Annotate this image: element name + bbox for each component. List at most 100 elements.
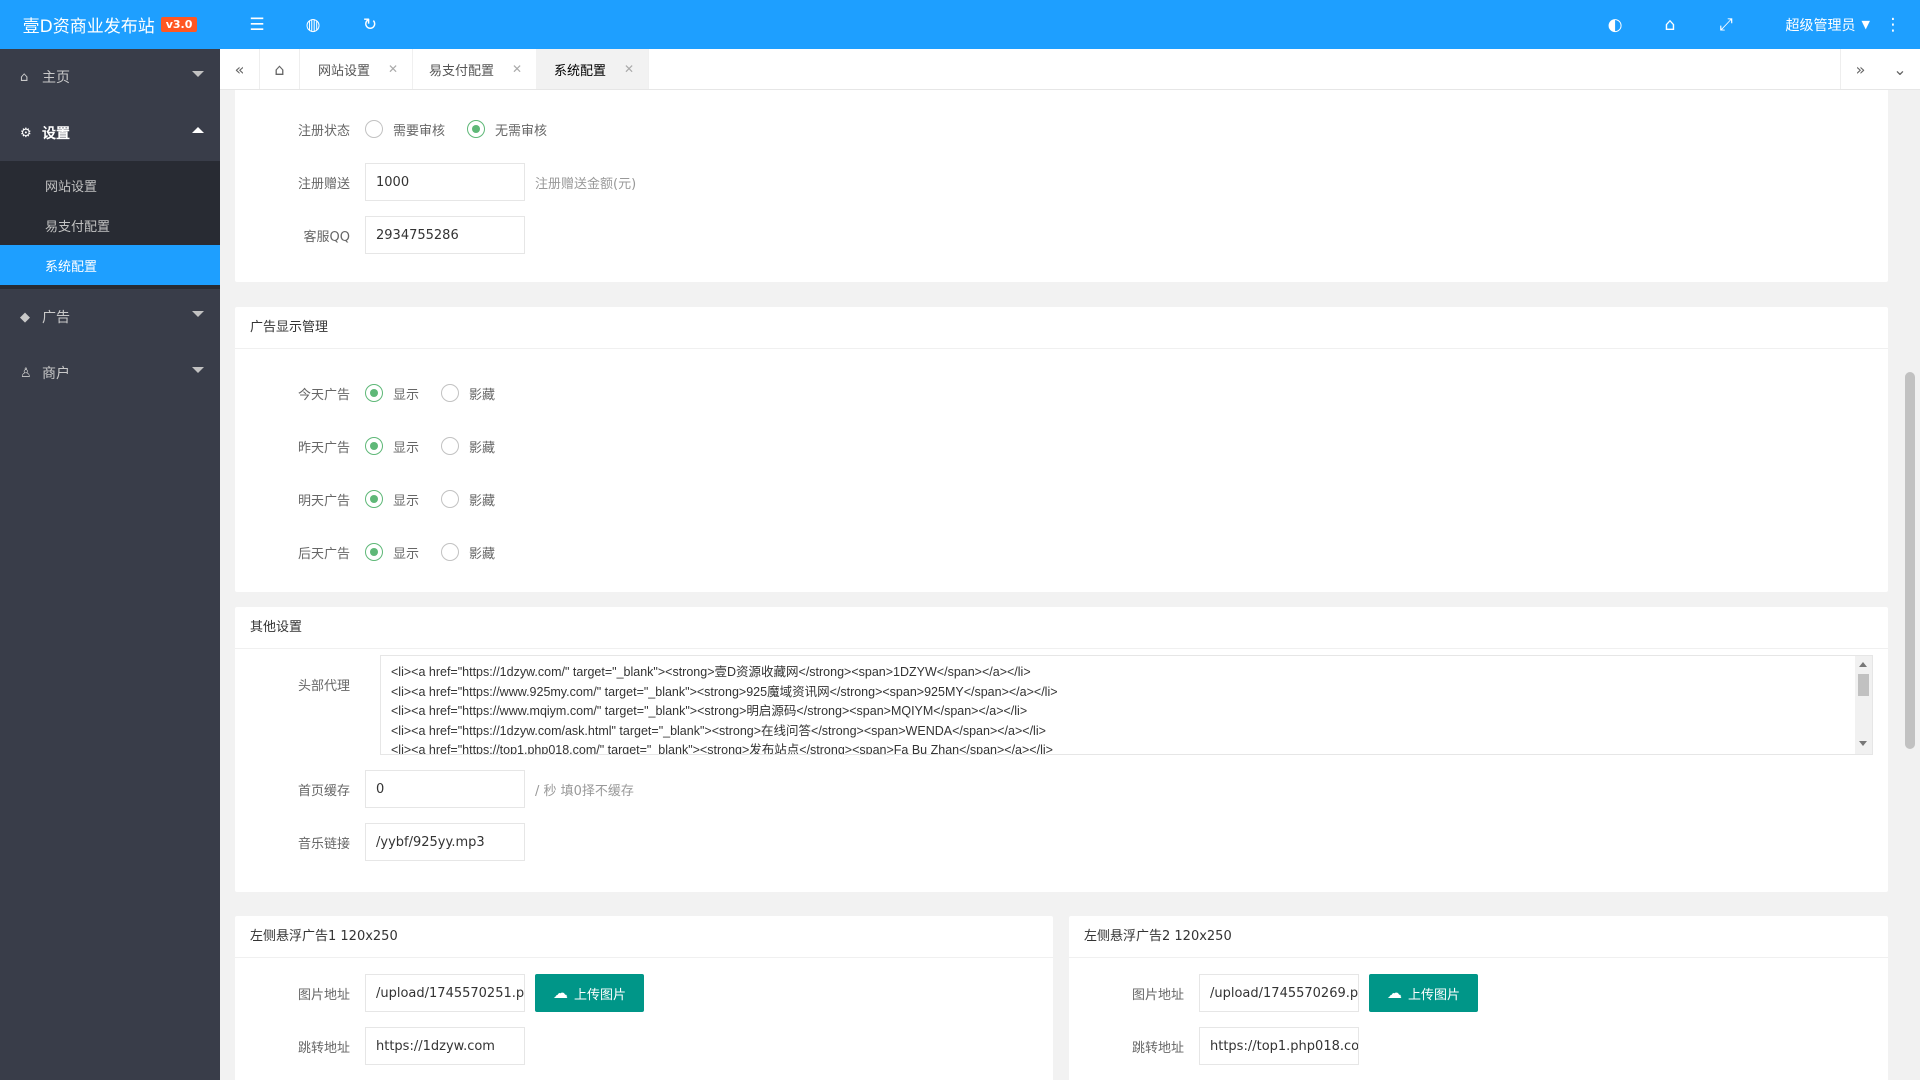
other-settings-card: 其他设置 头部代理 <li><a href="https://1dzyw.com… <box>235 607 1888 892</box>
refresh-icon[interactable]: ↻ <box>350 0 390 49</box>
admin-label: 超级管理员 <box>1785 17 1856 34</box>
ad-row-label: 后天广告 <box>297 546 350 562</box>
close-icon[interactable]: ✕ <box>512 62 522 76</box>
sidebar-item-ads[interactable]: ◆ 广告 <box>0 289 220 345</box>
ad-row-label: 今天广告 <box>297 387 350 403</box>
theme-icon[interactable]: ◐ <box>1595 0 1635 49</box>
fullscreen-icon[interactable]: ⤢ <box>1706 0 1746 49</box>
close-icon[interactable]: ✕ <box>624 62 634 76</box>
radio-show[interactable]: 显示 <box>365 490 419 509</box>
radio-label: 显示 <box>393 546 420 562</box>
tab-label: 系统配置 <box>554 63 607 79</box>
tabs-scroll-left-icon[interactable]: « <box>220 49 260 89</box>
code-line: <li><a href="https://1dzyw.com/" target=… <box>391 665 1031 679</box>
radio-show[interactable]: 显示 <box>365 543 419 562</box>
service-qq-label: 客服QQ <box>303 229 350 245</box>
float-ad-1-image-row: 图片地址 /upload/1745570251.png ☁ 上传图片 <box>235 974 645 1012</box>
radio-show[interactable]: 显示 <box>365 384 419 403</box>
tag-icon[interactable]: ⌂ <box>1650 0 1690 49</box>
link-url-label: 跳转地址 <box>297 1040 350 1056</box>
radio-show[interactable]: 显示 <box>365 437 419 456</box>
register-gift-aux: 注册赠送金额(元) <box>535 176 637 192</box>
home-cache-input[interactable]: 0 <box>365 770 525 808</box>
image-url-label: 图片地址 <box>1131 987 1184 1003</box>
more-vertical-icon[interactable]: ⋮ <box>1873 0 1913 49</box>
radio-label: 显示 <box>393 440 420 456</box>
app-title: 壹D资商业发布站 <box>22 17 155 37</box>
sidebar-item-website-settings[interactable]: 网站设置 <box>0 165 220 205</box>
tab-system-config[interactable]: 系统配置 ✕ <box>536 49 650 89</box>
tabs-dropdown-icon[interactable]: ⌄ <box>1880 49 1920 89</box>
upload-image-button[interactable]: ☁ 上传图片 <box>535 974 645 1012</box>
header-proxy-row: 头部代理 <box>235 665 365 703</box>
image-url-input[interactable]: /upload/1745570251.png <box>365 974 525 1012</box>
radio-no-review[interactable]: 无需审核 <box>467 120 547 139</box>
register-status-label: 注册状态 <box>297 123 350 139</box>
sidebar-item-label: 设置 <box>42 126 70 142</box>
float-ad-2-link-row: 跳转地址 https://top1.php018.com <box>1069 1027 1359 1065</box>
code-line: <li><a href="https://www.925my.com/" tar… <box>391 684 1058 699</box>
radio-hide[interactable]: 影藏 <box>441 490 495 509</box>
radio-label: 显示 <box>393 493 420 509</box>
link-url-input[interactable]: https://1dzyw.com <box>365 1027 525 1065</box>
sidebar-item-label: 商户 <box>42 366 70 382</box>
settings-subnav: 网站设置 易支付配置 系统配置 <box>0 161 220 289</box>
sidebar: ⌂ 主页 ⚙ 设置 网站设置 易支付配置 系统配置 ◆ 广告 ♙ 商户 <box>0 49 220 1080</box>
card-title: 左侧悬浮广告2 120x250 <box>1069 916 1888 958</box>
home-cache-label: 首页缓存 <box>297 783 350 799</box>
radio-hide[interactable]: 影藏 <box>441 384 495 403</box>
sidebar-item-home[interactable]: ⌂ 主页 <box>0 49 220 105</box>
textarea-scrollbar[interactable] <box>1855 656 1872 754</box>
header-proxy-label: 头部代理 <box>297 678 350 694</box>
home-icon: ⌂ <box>20 69 29 85</box>
sidebar-item-settings[interactable]: ⚙ 设置 <box>0 105 220 161</box>
scrollbar-thumb[interactable] <box>1905 372 1915 749</box>
card-title: 左侧悬浮广告1 120x250 <box>235 916 1053 958</box>
music-link-label: 音乐链接 <box>297 836 350 852</box>
menu-fold-icon[interactable]: ☰ <box>237 0 277 49</box>
close-icon[interactable]: ✕ <box>388 62 398 76</box>
code-line: <li><a href="https://top1.php018.com/" t… <box>391 743 1053 755</box>
service-qq-input[interactable]: 2934755286 <box>365 216 525 254</box>
image-url-input[interactable]: /upload/1745570269.png <box>1199 974 1359 1012</box>
upload-image-button[interactable]: ☁ 上传图片 <box>1369 974 1479 1012</box>
sidebar-item-merchants[interactable]: ♙ 商户 <box>0 345 220 401</box>
register-gift-input[interactable]: 1000 <box>365 163 525 201</box>
music-link-row: 音乐链接 /yybf/925yy.mp3 <box>235 823 525 861</box>
home-tab-icon[interactable]: ⌂ <box>260 49 300 89</box>
music-link-input[interactable]: /yybf/925yy.mp3 <box>365 823 525 861</box>
tab-epay-config[interactable]: 易支付配置 ✕ <box>411 49 538 89</box>
radio-need-review[interactable]: 需要审核 <box>365 120 445 139</box>
radio-label: 显示 <box>393 387 420 403</box>
sidebar-item-label: 广告 <box>42 310 70 326</box>
code-line: <li><a href="https://1dzyw.com/ask.html"… <box>391 723 1046 738</box>
link-url-input[interactable]: https://top1.php018.com <box>1199 1027 1359 1065</box>
globe-icon[interactable]: ◍ <box>293 0 333 49</box>
radio-label: 无需审核 <box>495 123 548 139</box>
link-url-label: 跳转地址 <box>1131 1040 1184 1056</box>
chevron-down-icon <box>192 311 204 317</box>
radio-hide[interactable]: 影藏 <box>441 437 495 456</box>
radio-label: 需要审核 <box>393 123 446 139</box>
register-gift-row: 注册赠送 1000 注册赠送金额(元) <box>235 163 636 201</box>
float-ad-2-card: 左侧悬浮广告2 120x250 图片地址 /upload/1745570269.… <box>1069 916 1888 1080</box>
sidebar-item-system-config[interactable]: 系统配置 <box>0 245 220 285</box>
header-proxy-textarea[interactable]: <li><a href="https://1dzyw.com/" target=… <box>380 655 1873 755</box>
register-status-row: 注册状态 需要审核 无需审核 <box>235 110 569 148</box>
page-scrollbar[interactable] <box>1900 90 1920 1080</box>
radio-hide[interactable]: 影藏 <box>441 543 495 562</box>
admin-menu[interactable]: 超级管理员 ▼ <box>1786 0 1870 49</box>
sidebar-item-epay-config[interactable]: 易支付配置 <box>0 205 220 245</box>
main-content: 注册状态 需要审核 无需审核 注册赠送 1000 注册赠送金额(元) 客服QQ … <box>220 90 1900 1080</box>
user-icon: ♙ <box>20 365 32 381</box>
radio-label: 影藏 <box>469 440 496 456</box>
tabs-scroll-right-icon[interactable]: » <box>1840 49 1880 89</box>
ad-row-today: 今天广告 显示 影藏 <box>235 374 517 412</box>
tab-website-settings[interactable]: 网站设置 ✕ <box>300 49 414 89</box>
ad-row-label: 明天广告 <box>297 493 350 509</box>
tab-label: 易支付配置 <box>429 63 495 79</box>
top-header: 壹D资商业发布站 v3.0 ☰ ◍ ↻ ◐ ⌂ ⤢ 超级管理员 ▼ ⋮ <box>0 0 1920 49</box>
app-logo[interactable]: 壹D资商业发布站 v3.0 <box>0 0 220 49</box>
chevron-down-icon <box>192 71 204 77</box>
chevron-down-icon <box>192 367 204 373</box>
